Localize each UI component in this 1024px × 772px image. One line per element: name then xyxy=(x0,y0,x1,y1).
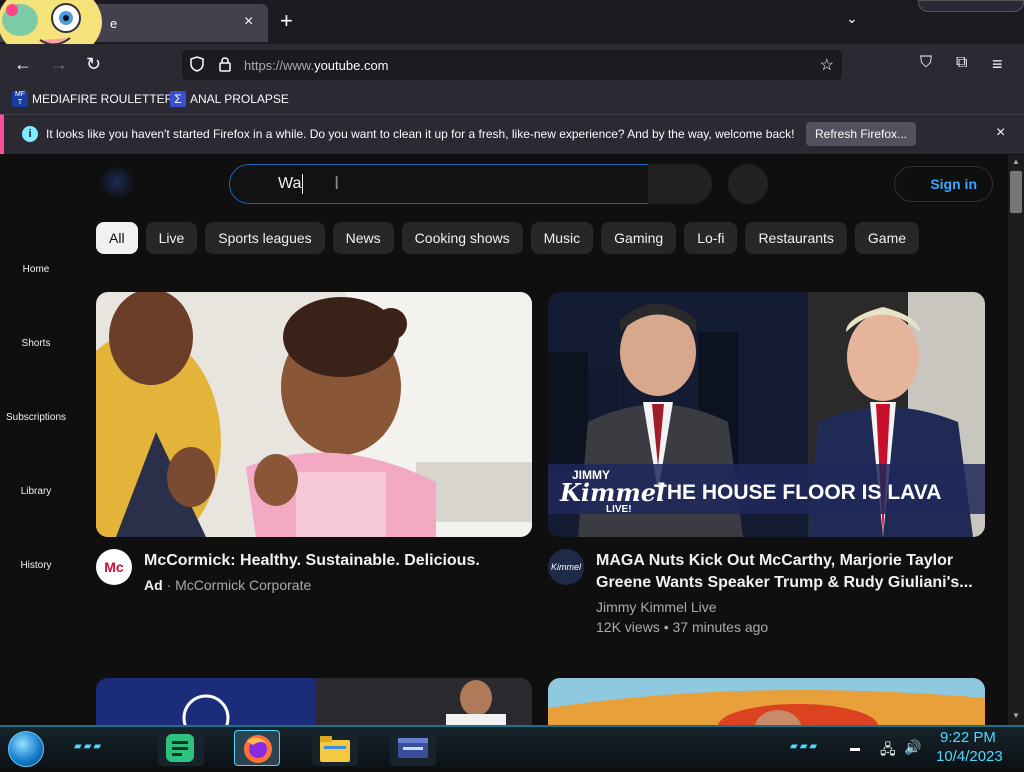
window-app-icon xyxy=(398,738,428,758)
chip-lofi[interactable]: Lo-fi xyxy=(684,222,738,254)
chip-restaurants[interactable]: Restaurants xyxy=(745,222,847,254)
sign-in-button[interactable]: Sign in xyxy=(894,166,993,202)
forward-arrow-icon[interactable]: → xyxy=(50,54,68,75)
info-icon: i xyxy=(22,126,38,142)
channel-avatar-mccormick[interactable]: Mc xyxy=(96,549,132,585)
taskbar-app-file-explorer[interactable] xyxy=(312,730,358,766)
sidebar-item-home[interactable]: Home xyxy=(0,264,72,275)
taskbar-decoration-icon: ▰▰▰ xyxy=(790,741,820,752)
extensions-icon[interactable]: ⧉ xyxy=(956,54,967,72)
taskbar-app-window[interactable] xyxy=(390,730,436,766)
back-arrow-icon[interactable]: ← xyxy=(14,54,32,75)
pocket-icon[interactable]: ⛉ xyxy=(920,54,932,72)
window-decoration xyxy=(918,0,1024,12)
notification-text: It looks like you haven't started Firefo… xyxy=(46,127,795,141)
video-thumbnail-kimmel[interactable]: JIMMY Kimmel LIVE! THE HOUSE FLOOR IS LA… xyxy=(548,292,985,537)
search-input[interactable]: Wa I xyxy=(229,164,649,204)
folder-icon xyxy=(320,736,350,762)
mediafire-favicon-icon: MF T xyxy=(12,91,28,107)
tracking-shield-icon[interactable] xyxy=(190,56,204,72)
thumbnail-brand-live: LIVE! xyxy=(606,504,632,515)
mouse-ibeam-cursor-icon: I xyxy=(334,173,340,194)
text-caret xyxy=(302,174,303,194)
taskbar-app-notes[interactable] xyxy=(158,730,204,766)
sigma-favicon-icon: Σ xyxy=(170,91,186,107)
volume-icon[interactable]: 🔊 xyxy=(904,739,921,756)
sidebar-item-history[interactable]: History xyxy=(0,560,72,571)
channel-avatar-kimmel[interactable]: Kimmel xyxy=(548,549,584,585)
clock-time[interactable]: 9:22 PM xyxy=(940,729,996,746)
url-prefix: https://www. xyxy=(244,58,315,73)
thumbnail-brand: Kimmel xyxy=(560,478,666,507)
chip-gaming[interactable]: Gaming xyxy=(601,222,677,254)
video-title-line-1[interactable]: MAGA Nuts Kick Out McCarthy, Marjorie Ta… xyxy=(596,550,996,572)
sidebar-item-shorts[interactable]: Shorts xyxy=(0,338,72,349)
reload-icon[interactable]: ↻ xyxy=(86,54,101,75)
chip-sports-leagues[interactable]: Sports leagues xyxy=(205,222,325,254)
bookmarks-toolbar: MF T MEDIAFIRE ROULETTER Σ ANAL PROLAPSE xyxy=(0,86,1024,114)
ad-badge: Ad xyxy=(144,577,163,593)
sidebar-item-subscriptions[interactable]: Subscriptions xyxy=(0,412,72,423)
sidebar-item-library[interactable]: Library xyxy=(0,486,72,497)
bookmark-mediafire-rouletter[interactable]: MF T MEDIAFIRE ROULETTER xyxy=(12,91,173,107)
bookmark-label: MEDIAFIRE ROULETTER xyxy=(32,92,174,106)
thumbnail-caption: THE HOUSE FLOOR IS LAVA xyxy=(654,481,942,504)
scrollbar-thumb[interactable] xyxy=(1010,171,1022,213)
video-thumbnail-restaurant[interactable] xyxy=(548,678,985,725)
video-title[interactable]: McCormick: Healthy. Sustainable. Delicio… xyxy=(144,550,534,572)
category-chips: All Live Sports leagues News Cooking shows Mu… xyxy=(96,222,920,256)
chip-news[interactable]: News xyxy=(332,222,394,254)
taskbar: ▰▰▰ ▰▰▰ ▬ 🖧 🔊 9:22 PM 10/4/2023 xyxy=(0,725,1024,768)
youtube-page: Wa I Sign in All Live Sports leagues News Co… xyxy=(0,155,1008,725)
list-tabs-chevron-icon[interactable]: ⌄ xyxy=(846,10,858,27)
search-input-value: Wa xyxy=(278,175,302,192)
url-bar[interactable]: https://www.youtube.com ☆ xyxy=(182,50,842,80)
page-scrollbar[interactable]: ▲ ▼ xyxy=(1008,155,1024,725)
chip-game[interactable]: Game xyxy=(854,222,920,254)
youtube-logo-loading[interactable] xyxy=(100,167,134,197)
notes-app-icon xyxy=(166,734,194,762)
refresh-firefox-button[interactable]: Refresh Firefox... xyxy=(806,122,916,146)
tab-bar: e × + ⌄ xyxy=(0,0,1024,44)
tab-close-icon[interactable]: × xyxy=(244,13,253,31)
navigation-toolbar: ← → ↻ https://www.youtube.com ☆ ⛉ ⧉ ≡ xyxy=(0,44,1024,86)
bookmark-label: ANAL PROLAPSE xyxy=(190,92,289,106)
chip-all[interactable]: All xyxy=(96,222,138,254)
taskbar-app-firefox[interactable] xyxy=(234,730,280,766)
start-button[interactable] xyxy=(8,731,44,767)
url-text[interactable]: https://www.youtube.com xyxy=(244,58,389,73)
scroll-down-arrow-icon[interactable]: ▼ xyxy=(1012,711,1020,720)
new-tab-button[interactable]: + xyxy=(280,8,293,34)
scroll-up-arrow-icon[interactable]: ▲ xyxy=(1012,157,1020,166)
bookmark-anal-prolapse[interactable]: Σ ANAL PROLAPSE xyxy=(170,91,289,107)
video-view-meta: 12K views • 37 minutes ago xyxy=(596,619,769,635)
taskbar-decoration-icon: ▰▰▰ xyxy=(74,741,104,752)
video-thumbnail-sports[interactable] xyxy=(96,678,532,725)
chip-live[interactable]: Live xyxy=(145,222,198,254)
notification-close-icon[interactable]: × xyxy=(996,124,1005,142)
voice-search-button[interactable] xyxy=(728,164,768,204)
chip-music[interactable]: Music xyxy=(530,222,594,254)
video-channel-line: Ad · McCormick Corporate xyxy=(144,575,311,595)
menu-hamburger-icon[interactable]: ≡ xyxy=(992,54,1003,75)
chip-cooking-shows[interactable]: Cooking shows xyxy=(401,222,523,254)
url-domain: youtube.com xyxy=(314,58,389,73)
video-thumbnail-mccormick[interactable] xyxy=(96,292,532,537)
firefox-icon xyxy=(244,735,272,763)
channel-name[interactable]: · McCormick Corporate xyxy=(167,577,312,593)
clock-date[interactable]: 10/4/2023 xyxy=(936,748,1003,765)
tray-decoration-icon: ▬ xyxy=(850,743,860,754)
channel-name[interactable]: Jimmy Kimmel Live xyxy=(596,597,717,617)
network-icon[interactable]: 🖧 xyxy=(880,739,896,763)
search-button[interactable] xyxy=(648,164,712,204)
refresh-firefox-notification: i It looks like you haven't started Fire… xyxy=(0,114,1024,154)
bookmark-star-icon[interactable]: ☆ xyxy=(820,55,834,75)
video-title-line-2[interactable]: Greene Wants Speaker Trump & Rudy Giulia… xyxy=(596,572,996,594)
lock-icon[interactable] xyxy=(218,56,232,72)
